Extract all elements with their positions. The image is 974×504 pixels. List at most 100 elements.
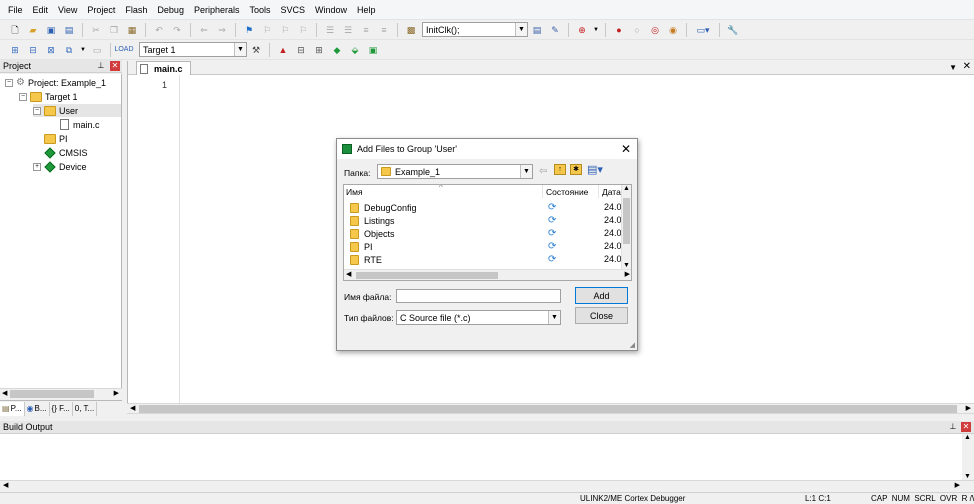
chevron-down-icon[interactable]: ▼ [80,43,86,57]
new-file-icon[interactable]: 🗋 [8,23,22,37]
menu-tools[interactable]: Tools [244,5,275,15]
cut-icon[interactable]: ✂ [89,23,103,37]
resize-grip-icon[interactable]: ◢ [630,341,635,349]
scroll-thumb[interactable] [356,272,498,279]
add-button[interactable]: Add [575,287,628,304]
scroll-thumb[interactable] [10,390,94,398]
tree-item-cmsis[interactable]: CMSIS [44,146,88,159]
list-item[interactable]: PI [350,240,373,253]
target-select[interactable]: Target 1 ▼ [139,42,247,57]
configure-tools-icon[interactable]: 🔧 [726,23,740,37]
save-icon[interactable]: ▣ [44,23,58,37]
stop-build-icon[interactable]: ▭ [90,43,104,57]
nav-back-icon[interactable]: ⇐ [197,23,211,37]
select-packs-icon[interactable]: ▣ [366,43,380,57]
menu-peripherals[interactable]: Peripherals [189,5,245,15]
scroll-right-icon[interactable]: ▶ [625,270,630,278]
list-item[interactable]: Listings [350,214,395,227]
breakpoint-kill-all-icon[interactable]: ◉ [666,23,680,37]
find-combo[interactable]: InitClk(); ▼ [422,22,528,37]
find-in-files-icon[interactable]: ▩ [404,23,418,37]
collapse-icon[interactable]: − [33,106,41,115]
breakpoint-icon[interactable]: ● [612,23,626,37]
file-list[interactable]: Имя ^ Состояние Дата и DebugConfig ⟳ 24.… [343,184,632,281]
uncomment-icon[interactable]: ≡ [377,23,391,37]
list-item[interactable]: DebugConfig [350,201,417,214]
column-status[interactable]: Состояние [546,185,600,198]
list-item[interactable]: RTE [350,253,382,266]
up-folder-icon[interactable]: ↑ [554,164,566,175]
debug-session-icon[interactable]: ⊕ [575,23,589,37]
scroll-thumb[interactable] [623,198,630,244]
tree-item-pi[interactable]: PI [44,132,68,145]
scroll-up-icon[interactable]: ▲ [964,434,971,441]
dialog-titlebar[interactable]: Add Files to Group 'User' ✕ [337,139,637,159]
pin-icon[interactable]: ⊥ [96,61,106,71]
chevron-down-icon[interactable]: ▼ [548,311,560,324]
tree-item-project[interactable]: − ⚙ Project: Example_1 [5,76,106,89]
menu-edit[interactable]: Edit [28,5,54,15]
bookmark-icon[interactable]: ⚑ [242,23,256,37]
rebuild-icon[interactable]: ⊠ [44,43,58,57]
open-folder-icon[interactable]: ▰ [26,23,40,37]
chevron-down-icon[interactable]: ▼ [515,23,527,36]
close-icon[interactable]: ✕ [963,61,971,72]
close-button[interactable]: Close [575,307,628,324]
tab-books[interactable]: ◉ B... [25,401,50,416]
bookmark-clear-icon[interactable]: ⚐ [296,23,310,37]
build-icon[interactable]: ⊟ [26,43,40,57]
scroll-left-icon[interactable]: ◀ [346,270,351,278]
build-output-vscrollbar[interactable]: ▲ ▼ [962,434,974,480]
filename-input[interactable] [396,289,561,303]
menu-flash[interactable]: Flash [120,5,152,15]
manage-project-items-icon[interactable]: ▲ [276,43,290,57]
back-arrow-icon[interactable]: ⇦ [539,166,547,177]
scroll-right-icon[interactable]: ▶ [114,389,119,397]
menu-debug[interactable]: Debug [152,5,189,15]
chevron-down-icon[interactable]: ▼ [234,43,246,56]
scroll-left-icon[interactable]: ◀ [3,481,8,489]
scroll-left-icon[interactable]: ◀ [2,389,7,397]
nav-forward-icon[interactable]: ⇒ [215,23,229,37]
incremental-find-icon[interactable]: ▤ [530,23,544,37]
close-icon[interactable]: ✕ [110,61,120,71]
chevron-down-icon[interactable]: ▼ [593,23,599,37]
indent-icon[interactable]: ☰ [323,23,337,37]
file-extensions-icon[interactable]: ⊟ [294,43,308,57]
collapse-icon[interactable]: − [19,92,27,101]
breakpoint-disable-icon[interactable]: ○ [630,23,644,37]
scroll-right-icon[interactable]: ▶ [955,481,960,489]
redo-icon[interactable]: ↷ [170,23,184,37]
menu-window[interactable]: Window [310,5,352,15]
pack-installer-icon[interactable]: ⬙ [348,43,362,57]
tree-hscrollbar[interactable]: ◀ ▶ [0,388,122,399]
menu-svcs[interactable]: SVCS [276,5,311,15]
file-list-hscrollbar[interactable]: ◀ ▶ [344,269,631,280]
download-icon[interactable]: LOAD [114,43,133,57]
undo-icon[interactable]: ↶ [152,23,166,37]
scroll-down-icon[interactable]: ▼ [964,473,971,480]
tree-item-target[interactable]: − Target 1 [19,90,78,103]
build-output-hscrollbar[interactable]: ◀ ▶ [0,480,974,491]
view-menu-icon[interactable]: ▤▾ [587,163,603,176]
copy-icon[interactable]: ❐ [107,23,121,37]
tab-main-c[interactable]: main.c [136,61,191,75]
tab-functions[interactable]: {} F... [50,401,73,416]
tree-item-user[interactable]: − User [33,104,121,117]
scroll-left-icon[interactable]: ◀ [130,404,135,412]
tree-item-device[interactable]: + Device [33,160,87,173]
breakpoint-disable-all-icon[interactable]: ◎ [648,23,662,37]
save-all-icon[interactable]: ▤ [62,23,76,37]
close-icon[interactable]: ✕ [961,422,971,432]
file-list-vscrollbar[interactable]: ▲ ▼ [621,185,631,269]
scroll-up-icon[interactable]: ▲ [623,185,630,192]
filetype-select[interactable]: C Source file (*.c) ▼ [396,310,561,325]
tab-project[interactable]: ▤ P... [0,401,25,416]
close-icon[interactable]: ✕ [621,142,631,156]
menu-file[interactable]: File [3,5,28,15]
comment-icon[interactable]: ≡ [359,23,373,37]
target-options-icon[interactable]: ⚒ [249,43,263,57]
scroll-right-icon[interactable]: ▶ [966,404,971,412]
batch-build-icon[interactable]: ⧉ [62,43,76,57]
menu-help[interactable]: Help [352,5,381,15]
